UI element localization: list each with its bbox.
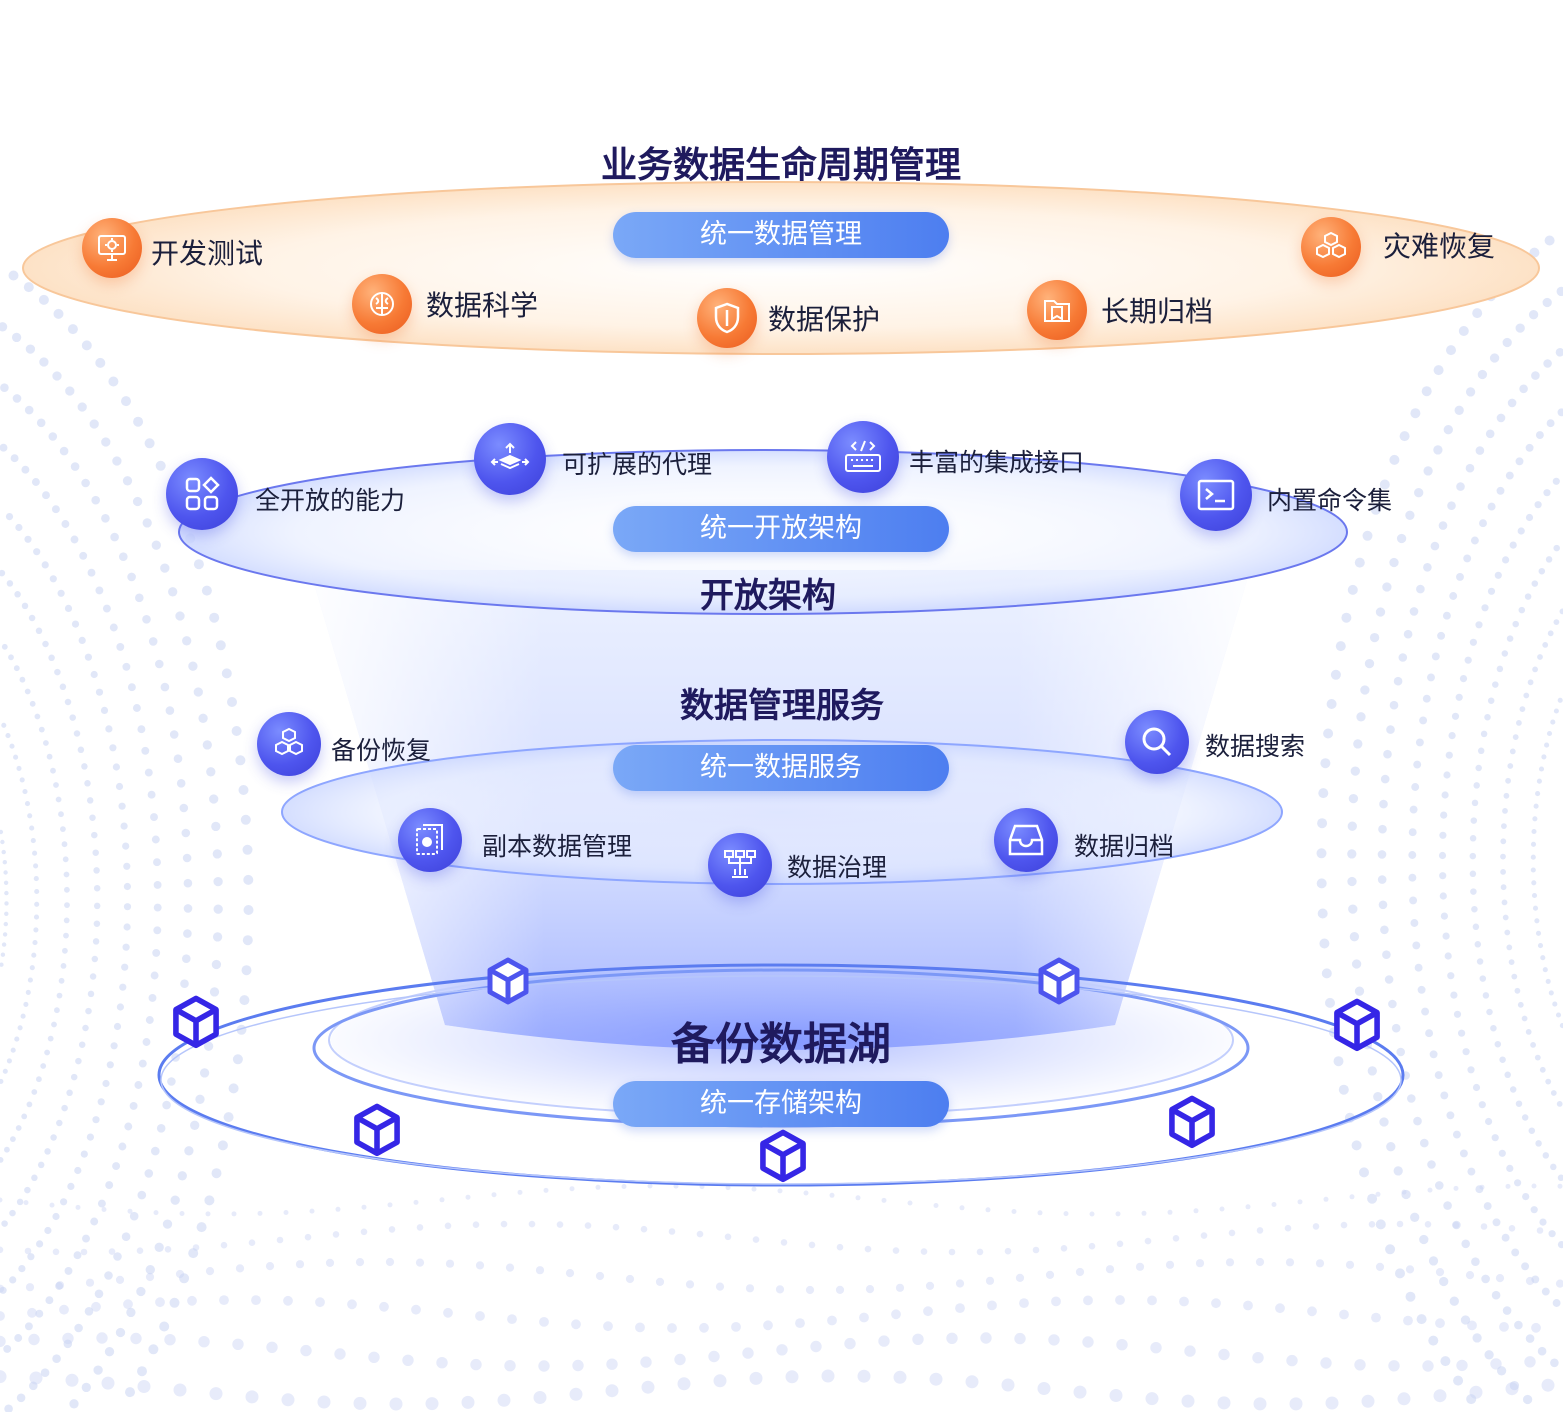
terminal-icon <box>1180 459 1252 531</box>
inbox-icon <box>994 808 1058 872</box>
brain-gear-icon <box>352 274 412 334</box>
layers-arrows-icon <box>474 423 546 495</box>
unified-data-service-pill: 统一数据服务 <box>613 745 949 791</box>
disaster-recovery-label: 灾难恢复 <box>1383 230 1496 263</box>
scalable-agent-label: 可扩展的代理 <box>562 450 713 479</box>
stacked-cubes-icon <box>257 712 321 776</box>
backup-data-lake-title: 备份数据湖 <box>671 1019 891 1070</box>
unified-storage-architecture-pill: 统一存储架构 <box>613 1081 949 1127</box>
cube-icon <box>173 995 219 1049</box>
cube-icon <box>760 1129 806 1183</box>
data-governance-label: 数据治理 <box>787 853 888 882</box>
copy-data-management-label: 副本数据管理 <box>482 832 633 861</box>
data-management-service-title: 数据管理服务 <box>680 686 884 726</box>
dev-test-label: 开发测试 <box>151 237 264 270</box>
rich-integration-interface-label: 丰富的集成接口 <box>909 448 1085 477</box>
unified-data-management-pill: 统一数据管理 <box>613 212 949 258</box>
monitor-gear-icon <box>82 218 142 278</box>
keyboard-code-icon <box>827 421 899 493</box>
data-science-label: 数据科学 <box>426 289 539 322</box>
copy-gear-icon <box>398 808 462 872</box>
data-search-label: 数据搜索 <box>1205 732 1306 761</box>
grid-apps-icon <box>166 458 238 530</box>
archive-folder-icon <box>1027 280 1087 340</box>
cube-icon <box>1038 957 1080 1005</box>
cube-icon <box>354 1103 400 1157</box>
unified-open-architecture-pill: 统一开放架构 <box>613 506 949 552</box>
long-term-archive-label: 长期归档 <box>1101 295 1214 328</box>
cube-icon <box>487 957 529 1005</box>
backup-recovery-label: 备份恢复 <box>331 736 432 765</box>
data-protection-label: 数据保护 <box>768 303 881 336</box>
open-architecture-title: 开放架构 <box>700 576 836 616</box>
built-in-command-set-label: 内置命令集 <box>1267 486 1393 515</box>
data-archiving-label: 数据归档 <box>1074 832 1175 861</box>
magnifier-icon <box>1125 710 1189 774</box>
hierarchy-icon <box>708 833 772 897</box>
cube-icon <box>1169 1095 1215 1149</box>
lifecycle-title: 业务数据生命周期管理 <box>600 145 962 186</box>
cube-icon <box>1334 998 1380 1052</box>
fully-open-capability-label: 全开放的能力 <box>255 486 406 515</box>
shield-icon <box>697 288 757 348</box>
cubes-icon <box>1301 217 1361 277</box>
